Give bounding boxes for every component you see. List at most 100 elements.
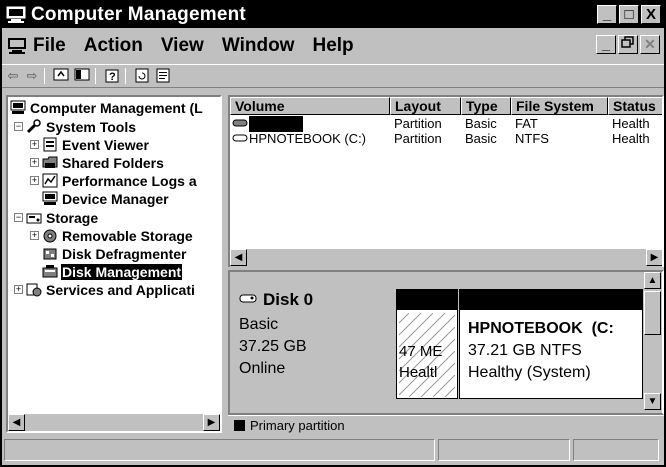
restore-icon xyxy=(621,36,634,48)
status-bar xyxy=(4,439,662,463)
tree-item-shared-folders[interactable]: Shared Folders xyxy=(42,154,165,171)
column-header-volume[interactable]: Volume xyxy=(230,97,390,115)
minimize-button[interactable]: _ xyxy=(597,5,617,24)
collapse-storage[interactable]: − xyxy=(14,213,23,222)
title-bar[interactable]: Computer Management _ □ X xyxy=(2,2,664,28)
scroll-left-button[interactable]: ◀ xyxy=(230,249,247,266)
column-header-status[interactable]: Status xyxy=(608,97,662,115)
tools-icon xyxy=(26,119,41,134)
storage-icon xyxy=(26,213,42,224)
disk-name: Disk 0 xyxy=(263,290,314,309)
svg-text:?: ? xyxy=(109,71,116,83)
partition-small[interactable]: 47 ME Healtl xyxy=(396,289,458,399)
console-tree[interactable]: Computer Management (L − System Tools + … xyxy=(6,95,222,433)
cell-status: Health xyxy=(612,131,650,146)
disk-icon xyxy=(239,294,257,303)
menu-action[interactable]: Action xyxy=(84,35,143,57)
expand-performance-logs[interactable]: + xyxy=(30,176,39,185)
mdi-minimize-button[interactable]: _ xyxy=(596,35,616,54)
disk-size: 37.25 GB xyxy=(239,338,307,355)
device-manager-icon xyxy=(42,191,58,205)
expand-removable-storage[interactable]: + xyxy=(30,231,39,240)
help-button[interactable]: ? xyxy=(103,67,121,85)
shared-folder-icon xyxy=(42,156,58,168)
scroll-up-button[interactable]: ▲ xyxy=(644,272,661,289)
cell-file-system: NTFS xyxy=(515,131,549,146)
show-hide-tree-button[interactable] xyxy=(73,67,91,85)
services-icon xyxy=(26,283,42,297)
redacted-volume-name xyxy=(249,116,303,132)
maximize-button[interactable]: □ xyxy=(619,5,639,24)
up-folder-icon xyxy=(53,68,69,81)
tree-item-disk-management[interactable]: Disk Management xyxy=(42,263,183,280)
disk-status: Online xyxy=(239,360,286,377)
volume-icon xyxy=(232,119,248,127)
tree-item-storage[interactable]: Storage xyxy=(26,209,99,226)
status-pane xyxy=(573,439,659,461)
forward-button[interactable]: ⇨ xyxy=(24,67,40,85)
primary-partition-swatch xyxy=(234,419,245,431)
system-menu-icon[interactable] xyxy=(7,37,27,55)
properties-icon xyxy=(156,68,170,83)
menu-help[interactable]: Help xyxy=(312,35,353,57)
tree-item-event-viewer[interactable]: Event Viewer xyxy=(42,136,150,153)
partition-c-size: 37.21 GB NTFS xyxy=(468,342,582,359)
menu-window[interactable]: Window xyxy=(222,35,295,57)
scroll-right-button[interactable]: ▶ xyxy=(646,249,662,266)
tree-item-root[interactable]: Computer Management (L xyxy=(10,99,204,116)
close-button[interactable]: X xyxy=(641,5,661,24)
defragmenter-icon xyxy=(43,248,57,260)
mdi-close-button[interactable]: ✕ xyxy=(640,35,660,54)
tree-item-services-and-applications[interactable]: Services and Applicati xyxy=(26,281,196,298)
column-header-file-system[interactable]: File System xyxy=(511,97,608,115)
column-header-layout[interactable]: Layout xyxy=(390,97,461,115)
up-one-level-button[interactable] xyxy=(52,67,70,85)
toolbar-separator xyxy=(95,68,96,84)
volume-list[interactable]: Volume Layout Type File System Status Pa… xyxy=(228,95,664,267)
menu-view[interactable]: View xyxy=(161,35,204,57)
cell-volume: HPNOTEBOOK (C:) xyxy=(249,131,367,146)
mdi-restore-button[interactable] xyxy=(618,35,638,54)
cell-type: Basic xyxy=(465,116,497,131)
disk-graphical-view[interactable]: Disk 0 Basic 37.25 GB Online 47 ME Healt… xyxy=(228,270,664,415)
computer-icon xyxy=(10,100,26,114)
cell-status: Health xyxy=(612,116,650,131)
toolbar-separator xyxy=(44,68,45,84)
volume-list-horizontal-scrollbar[interactable]: ◀ ▶ xyxy=(230,249,662,267)
expand-services[interactable]: + xyxy=(14,285,23,294)
scroll-left-button[interactable]: ◀ xyxy=(8,414,25,431)
scroll-down-button[interactable]: ▼ xyxy=(644,393,661,410)
disk-info-panel[interactable]: Disk 0 Basic 37.25 GB Online xyxy=(233,286,393,412)
partition-c-name: HPNOTEBOOK (C: xyxy=(468,320,614,337)
window-title: Computer Management xyxy=(31,4,246,25)
scroll-thumb[interactable] xyxy=(644,291,661,335)
scroll-right-button[interactable]: ▶ xyxy=(203,414,220,431)
partition-header xyxy=(397,290,457,310)
partition-header xyxy=(460,290,642,310)
partition-c[interactable]: HPNOTEBOOK (C: 37.21 GB NTFS Healthy (Sy… xyxy=(459,289,643,399)
refresh-button[interactable] xyxy=(133,67,151,85)
legend-bar: Primary partition xyxy=(228,415,664,434)
disk-view-vertical-scrollbar[interactable]: ▲ ▼ xyxy=(644,272,662,413)
performance-icon xyxy=(42,173,58,188)
tree-horizontal-scrollbar[interactable]: ◀ ▶ xyxy=(8,414,220,431)
collapse-system-tools[interactable]: − xyxy=(14,122,23,131)
cell-layout: Partition xyxy=(394,131,442,146)
toolbar: ⇦ ⇨ ? xyxy=(2,64,664,88)
toolbar-separator xyxy=(125,68,126,84)
expand-shared-folders[interactable]: + xyxy=(30,158,39,167)
tree-item-device-manager[interactable]: Device Manager xyxy=(42,190,170,207)
cell-type: Basic xyxy=(465,131,497,146)
cell-file-system: FAT xyxy=(515,116,538,131)
computer-management-window: Computer Management _ □ X File Action Vi… xyxy=(0,0,666,467)
partition-small-status: Healtl xyxy=(399,364,438,381)
back-button[interactable]: ⇦ xyxy=(5,67,21,85)
menu-file[interactable]: File xyxy=(33,35,66,57)
column-header-type[interactable]: Type xyxy=(461,97,511,115)
tree-item-system-tools[interactable]: System Tools xyxy=(26,118,137,135)
expand-event-viewer[interactable]: + xyxy=(30,140,39,149)
properties-button[interactable] xyxy=(154,67,172,85)
tree-item-performance-logs[interactable]: Performance Logs a xyxy=(42,172,198,189)
tree-item-disk-defragmenter[interactable]: Disk Defragmenter xyxy=(42,245,188,262)
tree-item-removable-storage[interactable]: Removable Storage xyxy=(42,227,194,244)
